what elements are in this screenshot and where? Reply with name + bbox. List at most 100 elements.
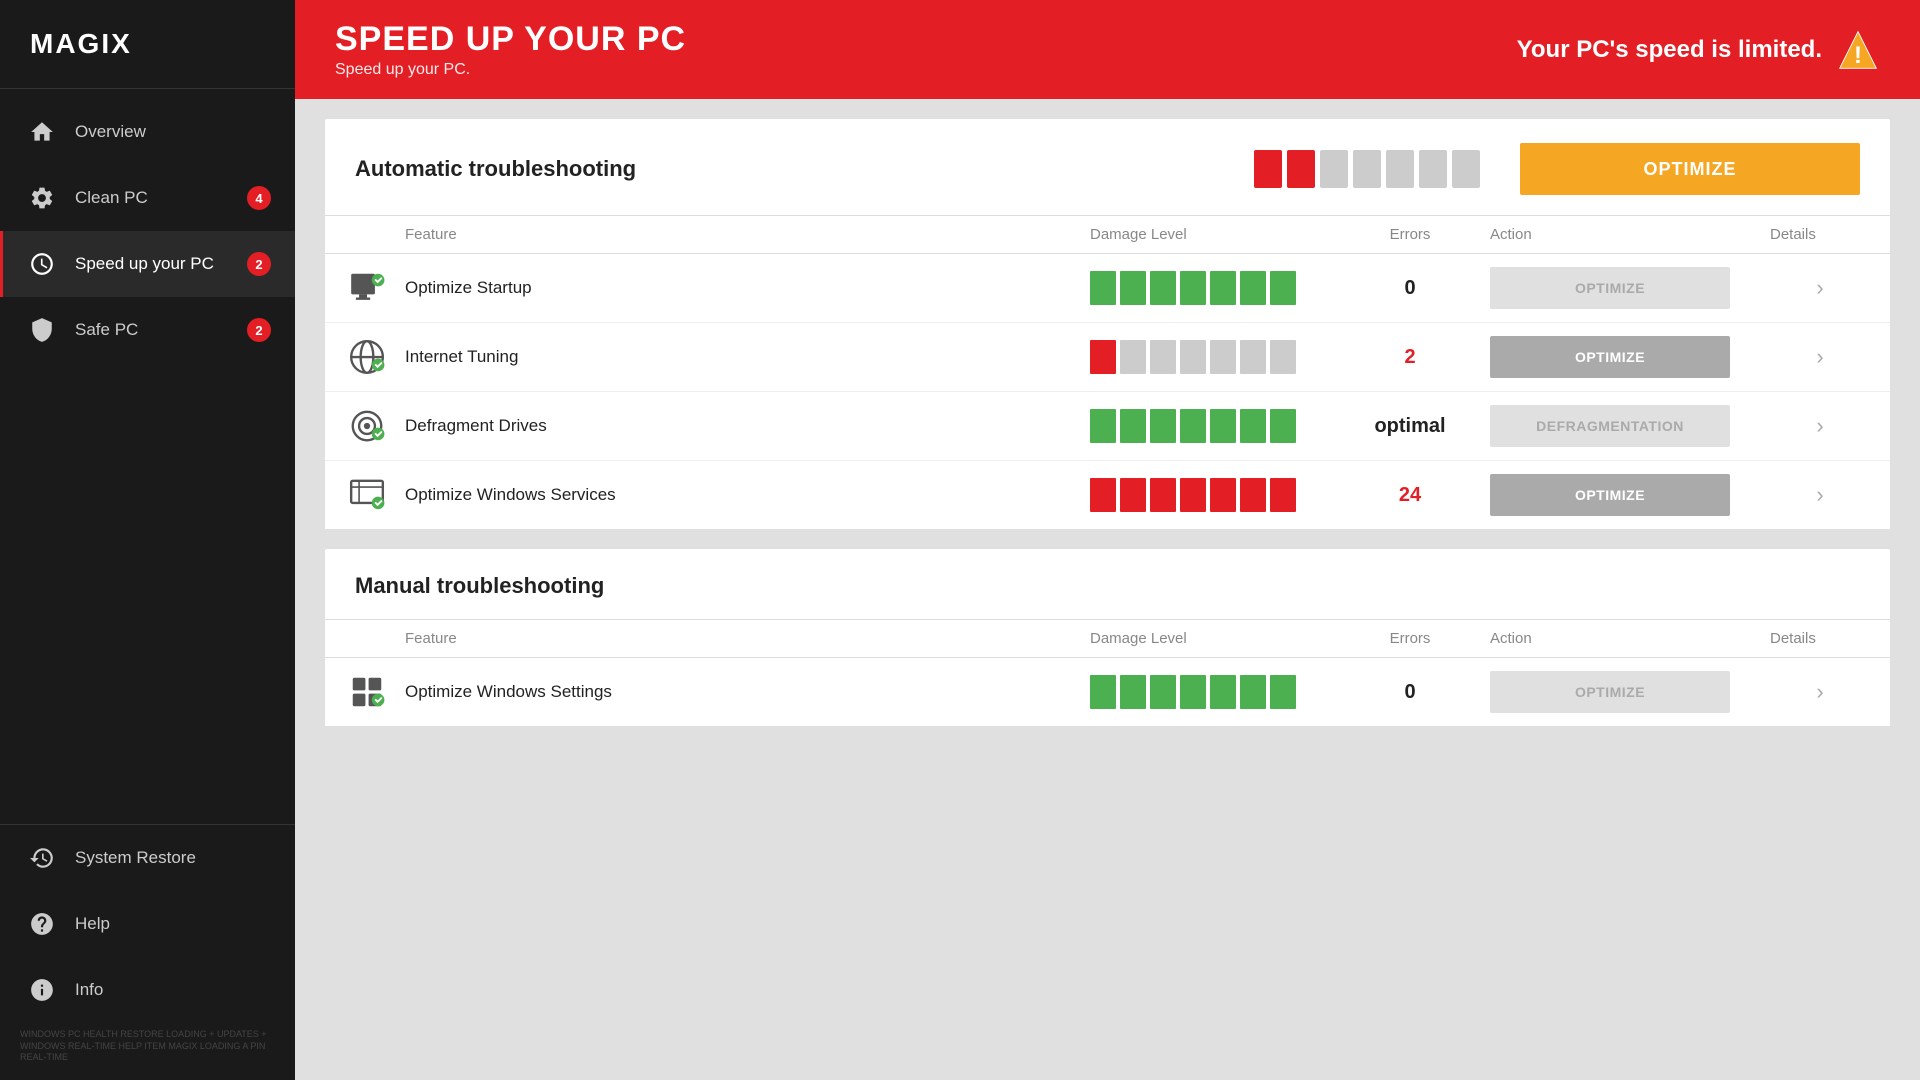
gear-icon — [27, 183, 57, 213]
header-seg-5 — [1386, 150, 1414, 188]
badge-clean-pc: 4 — [247, 186, 271, 210]
win-settings-errors: 0 — [1330, 681, 1490, 704]
win-settings-feature-name: Optimize Windows Settings — [405, 682, 1090, 702]
sidebar-label-speed-up: Speed up your PC — [75, 254, 229, 274]
startup-icon — [345, 266, 389, 310]
bar — [1270, 478, 1296, 512]
internet-errors: 2 — [1330, 346, 1490, 369]
defrag-icon — [345, 404, 389, 448]
defrag-details-arrow[interactable]: › — [1770, 413, 1870, 439]
manual-section-title: Manual troubleshooting — [355, 573, 604, 599]
defrag-damage-bars — [1090, 409, 1330, 443]
sidebar-item-system-restore[interactable]: System Restore — [0, 825, 295, 891]
sidebar-item-safe-pc[interactable]: Safe PC 2 — [0, 297, 295, 363]
restore-icon — [27, 843, 57, 873]
services-optimize-button[interactable]: OPTIMIZE — [1490, 474, 1730, 516]
services-action: OPTIMIZE — [1490, 474, 1770, 516]
defrag-errors: optimal — [1330, 415, 1490, 438]
main-optimize-button[interactable]: OPTIMIZE — [1520, 143, 1860, 195]
defrag-action: DEFRAGMENTATION — [1490, 405, 1770, 447]
bar — [1270, 340, 1296, 374]
startup-optimize-button[interactable]: OPTIMIZE — [1490, 267, 1730, 309]
alert-text: Your PC's speed is limited. — [1517, 36, 1822, 64]
bar — [1120, 409, 1146, 443]
bar — [1150, 675, 1176, 709]
col-icon-spacer — [345, 226, 405, 243]
header-seg-6 — [1419, 150, 1447, 188]
internet-details-arrow[interactable]: › — [1770, 344, 1870, 370]
col-details: Details — [1770, 226, 1870, 243]
table-row: Optimize Startup 0 OPTIMIZE › — [325, 254, 1890, 323]
services-errors: 24 — [1330, 484, 1490, 507]
table-row: Optimize Windows Settings 0 OPTIMIZE › — [325, 658, 1890, 726]
bar — [1180, 340, 1206, 374]
sidebar-label-overview: Overview — [75, 122, 271, 142]
manual-table-header: Feature Damage Level Errors Action Detai… — [325, 620, 1890, 658]
bar — [1120, 675, 1146, 709]
shield-icon — [27, 315, 57, 345]
clock-icon — [27, 249, 57, 279]
header-seg-2 — [1287, 150, 1315, 188]
sidebar-label-safe-pc: Safe PC — [75, 320, 229, 340]
internet-damage-bars — [1090, 340, 1330, 374]
alert-triangle-icon: ! — [1836, 28, 1880, 72]
col-feature: Feature — [405, 226, 1090, 243]
win-settings-action: OPTIMIZE — [1490, 671, 1770, 713]
internet-feature-name: Internet Tuning — [405, 347, 1090, 367]
automatic-section-title: Automatic troubleshooting — [355, 156, 636, 182]
bar — [1150, 340, 1176, 374]
bar — [1150, 478, 1176, 512]
bar — [1270, 409, 1296, 443]
table-row: Optimize Windows Services 24 OPTIMIZE › — [325, 461, 1890, 529]
page-subtitle: Speed up your PC. — [335, 61, 686, 79]
header-seg-1 — [1254, 150, 1282, 188]
col-feature: Feature — [405, 630, 1090, 647]
footer-text: WINDOWS PC HEALTH RESTORE LOADING + UPDA… — [0, 1023, 295, 1070]
bar — [1180, 409, 1206, 443]
startup-feature-name: Optimize Startup — [405, 278, 1090, 298]
win-settings-damage-bars — [1090, 675, 1330, 709]
manual-section-header: Manual troubleshooting — [325, 549, 1890, 620]
sidebar-item-info[interactable]: Info — [0, 957, 295, 1023]
defrag-feature-name: Defragment Drives — [405, 416, 1090, 436]
bar — [1090, 340, 1116, 374]
win-settings-optimize-button[interactable]: OPTIMIZE — [1490, 671, 1730, 713]
header-seg-4 — [1353, 150, 1381, 188]
bar — [1090, 271, 1116, 305]
bar — [1120, 271, 1146, 305]
col-damage: Damage Level — [1090, 226, 1330, 243]
startup-action: OPTIMIZE — [1490, 267, 1770, 309]
automatic-table-header: Feature Damage Level Errors Action Detai… — [325, 216, 1890, 254]
bar — [1120, 478, 1146, 512]
win-settings-details-arrow[interactable]: › — [1770, 679, 1870, 705]
sidebar-item-help[interactable]: Help — [0, 891, 295, 957]
sidebar-item-speed-up[interactable]: Speed up your PC 2 — [0, 231, 295, 297]
bar — [1210, 675, 1236, 709]
bar — [1150, 271, 1176, 305]
bar — [1240, 409, 1266, 443]
bar — [1210, 340, 1236, 374]
col-action: Action — [1490, 630, 1770, 647]
sidebar-label-clean-pc: Clean PC — [75, 188, 229, 208]
main-content: SPEED UP YOUR PC Speed up your PC. Your … — [295, 0, 1920, 1080]
svg-text:!: ! — [1854, 41, 1862, 68]
sidebar-item-overview[interactable]: Overview — [0, 99, 295, 165]
sidebar-label-info: Info — [75, 980, 271, 1000]
bar — [1270, 675, 1296, 709]
internet-optimize-button[interactable]: OPTIMIZE — [1490, 336, 1730, 378]
manual-section: Manual troubleshooting Feature Damage Le… — [325, 549, 1890, 726]
sidebar-item-clean-pc[interactable]: Clean PC 4 — [0, 165, 295, 231]
defrag-button[interactable]: DEFRAGMENTATION — [1490, 405, 1730, 447]
startup-errors: 0 — [1330, 277, 1490, 300]
bar — [1090, 478, 1116, 512]
bar — [1090, 675, 1116, 709]
info-icon — [27, 975, 57, 1005]
table-row: Internet Tuning 2 OPTIMIZE › — [325, 323, 1890, 392]
startup-damage-bars — [1090, 271, 1330, 305]
services-icon — [345, 473, 389, 517]
startup-details-arrow[interactable]: › — [1770, 275, 1870, 301]
services-details-arrow[interactable]: › — [1770, 482, 1870, 508]
bar — [1240, 675, 1266, 709]
bar — [1240, 478, 1266, 512]
sidebar-label-system-restore: System Restore — [75, 848, 271, 868]
